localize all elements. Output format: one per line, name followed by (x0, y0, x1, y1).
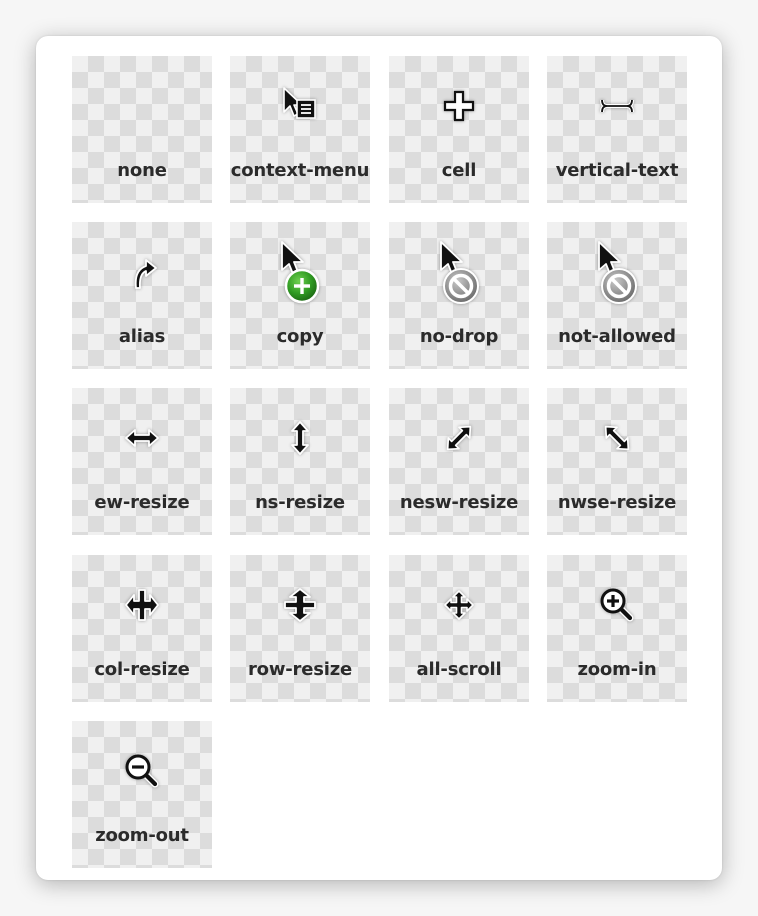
cursor-tile-no-drop[interactable]: no-drop (389, 222, 529, 369)
cursor-label: row-resize (248, 659, 352, 680)
cursor-label: none (117, 160, 167, 181)
cursor-label: zoom-in (577, 659, 657, 680)
cursor-label: ew-resize (94, 492, 190, 513)
cursor-label: vertical-text (555, 160, 679, 181)
cursor-tile-ns-resize[interactable]: ns-resize (230, 388, 370, 535)
cursor-tile-cell[interactable]: cell (389, 56, 529, 203)
cursor-tile-row-resize[interactable]: row-resize (230, 555, 370, 702)
cursor-tile-alias[interactable]: alias (72, 222, 212, 369)
cursor-label: no-drop (419, 326, 499, 347)
cursor-tile-context-menu[interactable]: context-menu (230, 56, 370, 203)
alias-cursor-icon (72, 232, 212, 312)
cursor-label: context-menu (230, 160, 370, 181)
vertical-text-cursor-icon (547, 66, 687, 146)
cursor-label: nwse-resize (557, 492, 677, 513)
cursor-label: alias (118, 326, 166, 347)
cursor-tile-vertical-text[interactable]: vertical-text (547, 56, 687, 203)
cell-cursor-icon (389, 66, 529, 146)
cursor-gallery-panel: none context-menu cell vertical-text ali… (36, 36, 722, 880)
cursor-label: copy (276, 326, 324, 347)
cursor-tile-zoom-in[interactable]: zoom-in (547, 555, 687, 702)
cursor-tile-nesw-resize[interactable]: nesw-resize (389, 388, 529, 535)
cursor-tile-not-allowed[interactable]: not-allowed (547, 222, 687, 369)
cursor-tile-col-resize[interactable]: col-resize (72, 555, 212, 702)
cursor-label: cell (441, 160, 477, 181)
cursor-label: col-resize (94, 659, 190, 680)
ns-resize-cursor-icon (230, 398, 370, 478)
ew-resize-cursor-icon (72, 398, 212, 478)
nesw-resize-cursor-icon (389, 398, 529, 478)
cursor-tile-zoom-out[interactable]: zoom-out (72, 721, 212, 868)
cursor-tile-nwse-resize[interactable]: nwse-resize (547, 388, 687, 535)
row-resize-cursor-icon (230, 565, 370, 645)
cursor-label: not-allowed (558, 326, 676, 347)
cursor-tile-all-scroll[interactable]: all-scroll (389, 555, 529, 702)
copy-cursor-icon (230, 232, 370, 312)
nwse-resize-cursor-icon (547, 398, 687, 478)
zoom-out-cursor-icon (72, 731, 212, 811)
cursor-tile-copy[interactable]: copy (230, 222, 370, 369)
cursor-label: ns-resize (255, 492, 345, 513)
cursor-label: zoom-out (95, 825, 189, 846)
none-icon (72, 66, 212, 146)
col-resize-cursor-icon (72, 565, 212, 645)
not-allowed-cursor-icon (547, 232, 687, 312)
cursor-tile-ew-resize[interactable]: ew-resize (72, 388, 212, 535)
no-drop-cursor-icon (389, 232, 529, 312)
cursor-label: nesw-resize (399, 492, 519, 513)
context-menu-cursor-icon (230, 66, 370, 146)
all-scroll-cursor-icon (389, 565, 529, 645)
zoom-in-cursor-icon (547, 565, 687, 645)
cursor-tile-none[interactable]: none (72, 56, 212, 203)
cursor-label: all-scroll (416, 659, 502, 680)
